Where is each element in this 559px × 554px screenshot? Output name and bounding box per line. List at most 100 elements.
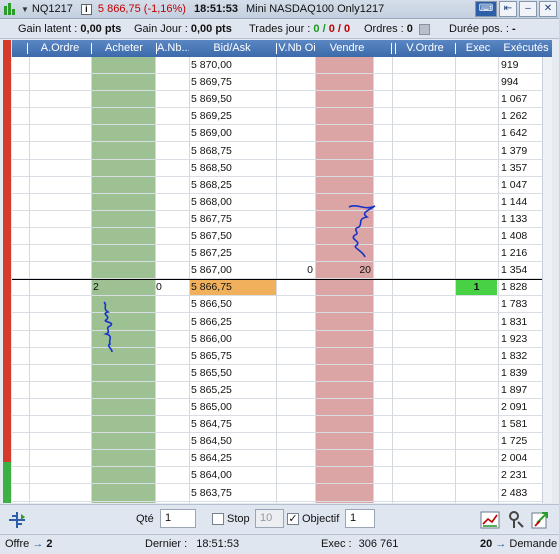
- bid-ask-price[interactable]: 5 869,25: [189, 108, 276, 124]
- executes-cell[interactable]: 1 216: [499, 245, 544, 261]
- col-v-nb[interactable]: V.Nb Oi: [277, 40, 317, 57]
- bid-ask-price[interactable]: 5 868,25: [189, 177, 276, 193]
- ladder-row[interactable]: 5 869,75 994: [12, 74, 552, 91]
- ladder-row[interactable]: 5 866,50 1 783: [12, 296, 552, 313]
- ladder-row[interactable]: 5 864,50 1 725: [12, 433, 552, 450]
- ladder-row[interactable]: 5 865,25 1 897: [12, 382, 552, 399]
- ladder-row[interactable]: 5 867,00 1 354 0 20: [12, 262, 552, 279]
- ladder-row[interactable]: 5 868,25 1 047: [12, 177, 552, 194]
- bid-ask-price[interactable]: 5 865,75: [189, 348, 276, 364]
- ladder-row[interactable]: 5 867,75 1 133: [12, 211, 552, 228]
- ladder-row[interactable]: 5 865,75 1 832: [12, 348, 552, 365]
- executes-cell[interactable]: 1 923: [499, 331, 544, 347]
- ladder-row[interactable]: 5 869,25 1 262: [12, 108, 552, 125]
- ladder-row[interactable]: 5 865,50 1 839: [12, 365, 552, 382]
- bid-ask-price[interactable]: 5 864,50: [189, 433, 276, 449]
- bid-ask-price[interactable]: 5 869,50: [189, 91, 276, 107]
- minimize-button[interactable]: –: [519, 1, 537, 17]
- executes-cell[interactable]: 994: [499, 74, 544, 90]
- objectif-checkbox[interactable]: ✓: [287, 513, 299, 525]
- executes-cell[interactable]: 1 144: [499, 194, 544, 210]
- chevron-down-icon[interactable]: ▼: [21, 5, 29, 14]
- executes-cell[interactable]: 1 408: [499, 228, 544, 244]
- executes-cell[interactable]: 2 004: [499, 450, 544, 466]
- executes-cell[interactable]: 1 133: [499, 211, 544, 227]
- executes-cell[interactable]: 2 091: [499, 399, 544, 415]
- col-acheter[interactable]: Acheter: [92, 40, 156, 57]
- bid-ask-price[interactable]: 5 865,00: [189, 399, 276, 415]
- executes-cell[interactable]: 1 047: [499, 177, 544, 193]
- ladder-row[interactable]: 5 866,25 1 831: [12, 314, 552, 331]
- executes-cell[interactable]: 1 828: [499, 279, 544, 295]
- executes-cell[interactable]: 2 231: [499, 467, 544, 483]
- quantity-input[interactable]: 1: [160, 509, 196, 528]
- cancel-orders-icon[interactable]: [418, 23, 430, 35]
- ladder-row[interactable]: 5 867,25 1 216: [12, 245, 552, 262]
- bid-ask-price[interactable]: 5 867,25: [189, 245, 276, 261]
- ladder-row[interactable]: 5 868,50 1 357: [12, 160, 552, 177]
- a-nb-cell[interactable]: 0: [155, 279, 189, 295]
- bid-ask-price[interactable]: 5 867,50: [189, 228, 276, 244]
- symbol-selector[interactable]: NQ1217: [32, 3, 73, 15]
- ladder-row[interactable]: 5 864,75 1 581: [12, 416, 552, 433]
- col-bid-ask[interactable]: Bid/Ask: [189, 40, 275, 57]
- col-a-nb[interactable]: A.Nb...: [157, 40, 189, 57]
- vendre-cell[interactable]: 20: [315, 262, 373, 278]
- stop-checkbox[interactable]: [212, 513, 224, 525]
- executes-cell[interactable]: 1 581: [499, 416, 544, 432]
- ladder-settings-icon[interactable]: [7, 510, 27, 530]
- stop-input[interactable]: 10: [255, 509, 284, 528]
- bid-ask-price[interactable]: 5 868,00: [189, 194, 276, 210]
- bid-ask-price[interactable]: 5 865,50: [189, 365, 276, 381]
- col-exec[interactable]: Exec: [456, 40, 500, 57]
- ladder-row[interactable]: 5 867,50 1 408: [12, 228, 552, 245]
- close-button[interactable]: ✕: [539, 1, 557, 17]
- executes-cell[interactable]: 1 725: [499, 433, 544, 449]
- bid-ask-price[interactable]: 5 866,75: [189, 279, 276, 295]
- executes-cell[interactable]: 919: [499, 57, 544, 73]
- executes-cell[interactable]: 1 379: [499, 143, 544, 159]
- info-icon[interactable]: i: [80, 3, 92, 15]
- tools-icon[interactable]: [506, 510, 526, 530]
- ladder-row[interactable]: 5 866,00 1 923: [12, 331, 552, 348]
- chart-icon[interactable]: [3, 2, 17, 16]
- bid-ask-price[interactable]: 5 868,75: [189, 143, 276, 159]
- v-nb-cell[interactable]: 0: [276, 262, 315, 278]
- bid-ask-price[interactable]: 5 868,50: [189, 160, 276, 176]
- bid-ask-price[interactable]: 5 866,25: [189, 314, 276, 330]
- ladder-row[interactable]: 5 864,25 2 004: [12, 450, 552, 467]
- col-executes[interactable]: Exécutés: [500, 40, 552, 57]
- ladder-row[interactable]: 5 863,75 2 483: [12, 485, 552, 502]
- executes-cell[interactable]: 1 831: [499, 314, 544, 330]
- executes-cell[interactable]: 1 357: [499, 160, 544, 176]
- ladder-row[interactable]: 5 869,00 1 642: [12, 125, 552, 142]
- bid-ask-price[interactable]: 5 864,00: [189, 467, 276, 483]
- chart-trend-icon[interactable]: [480, 510, 500, 530]
- col-vendre[interactable]: Vendre: [317, 40, 377, 57]
- keyboard-icon[interactable]: ⌨: [475, 1, 497, 17]
- bid-ask-price[interactable]: 5 867,00: [189, 262, 276, 278]
- bid-ask-price[interactable]: 5 864,75: [189, 416, 276, 432]
- ladder-row[interactable]: 5 865,00 2 091: [12, 399, 552, 416]
- executes-cell[interactable]: 1 067: [499, 91, 544, 107]
- acheter-cell[interactable]: 2: [91, 279, 155, 295]
- ladder-row[interactable]: 5 868,00 1 144: [12, 194, 552, 211]
- ladder-row[interactable]: 5 864,00 2 231: [12, 467, 552, 484]
- bid-ask-price[interactable]: 5 869,75: [189, 74, 276, 90]
- bid-ask-price[interactable]: 5 864,25: [189, 450, 276, 466]
- executes-cell[interactable]: 1 832: [499, 348, 544, 364]
- executes-cell[interactable]: 1 839: [499, 365, 544, 381]
- col-a-ordre[interactable]: A.Ordre: [29, 40, 91, 57]
- executes-cell[interactable]: 1 897: [499, 382, 544, 398]
- executes-cell[interactable]: 1 354: [499, 262, 544, 278]
- bid-ask-price[interactable]: 5 870,00: [189, 57, 276, 73]
- ladder-row[interactable]: 5 870,00 919: [12, 57, 552, 74]
- bid-ask-price[interactable]: 5 865,25: [189, 382, 276, 398]
- bid-ask-price[interactable]: 5 866,50: [189, 296, 276, 312]
- col-v-ordre[interactable]: V.Ordre: [397, 40, 453, 57]
- ladder-row[interactable]: 5 869,50 1 067: [12, 91, 552, 108]
- export-icon[interactable]: [531, 510, 551, 530]
- scrollbar[interactable]: [542, 57, 552, 503]
- bid-ask-price[interactable]: 5 869,00: [189, 125, 276, 141]
- bid-ask-price[interactable]: 5 863,75: [189, 485, 276, 501]
